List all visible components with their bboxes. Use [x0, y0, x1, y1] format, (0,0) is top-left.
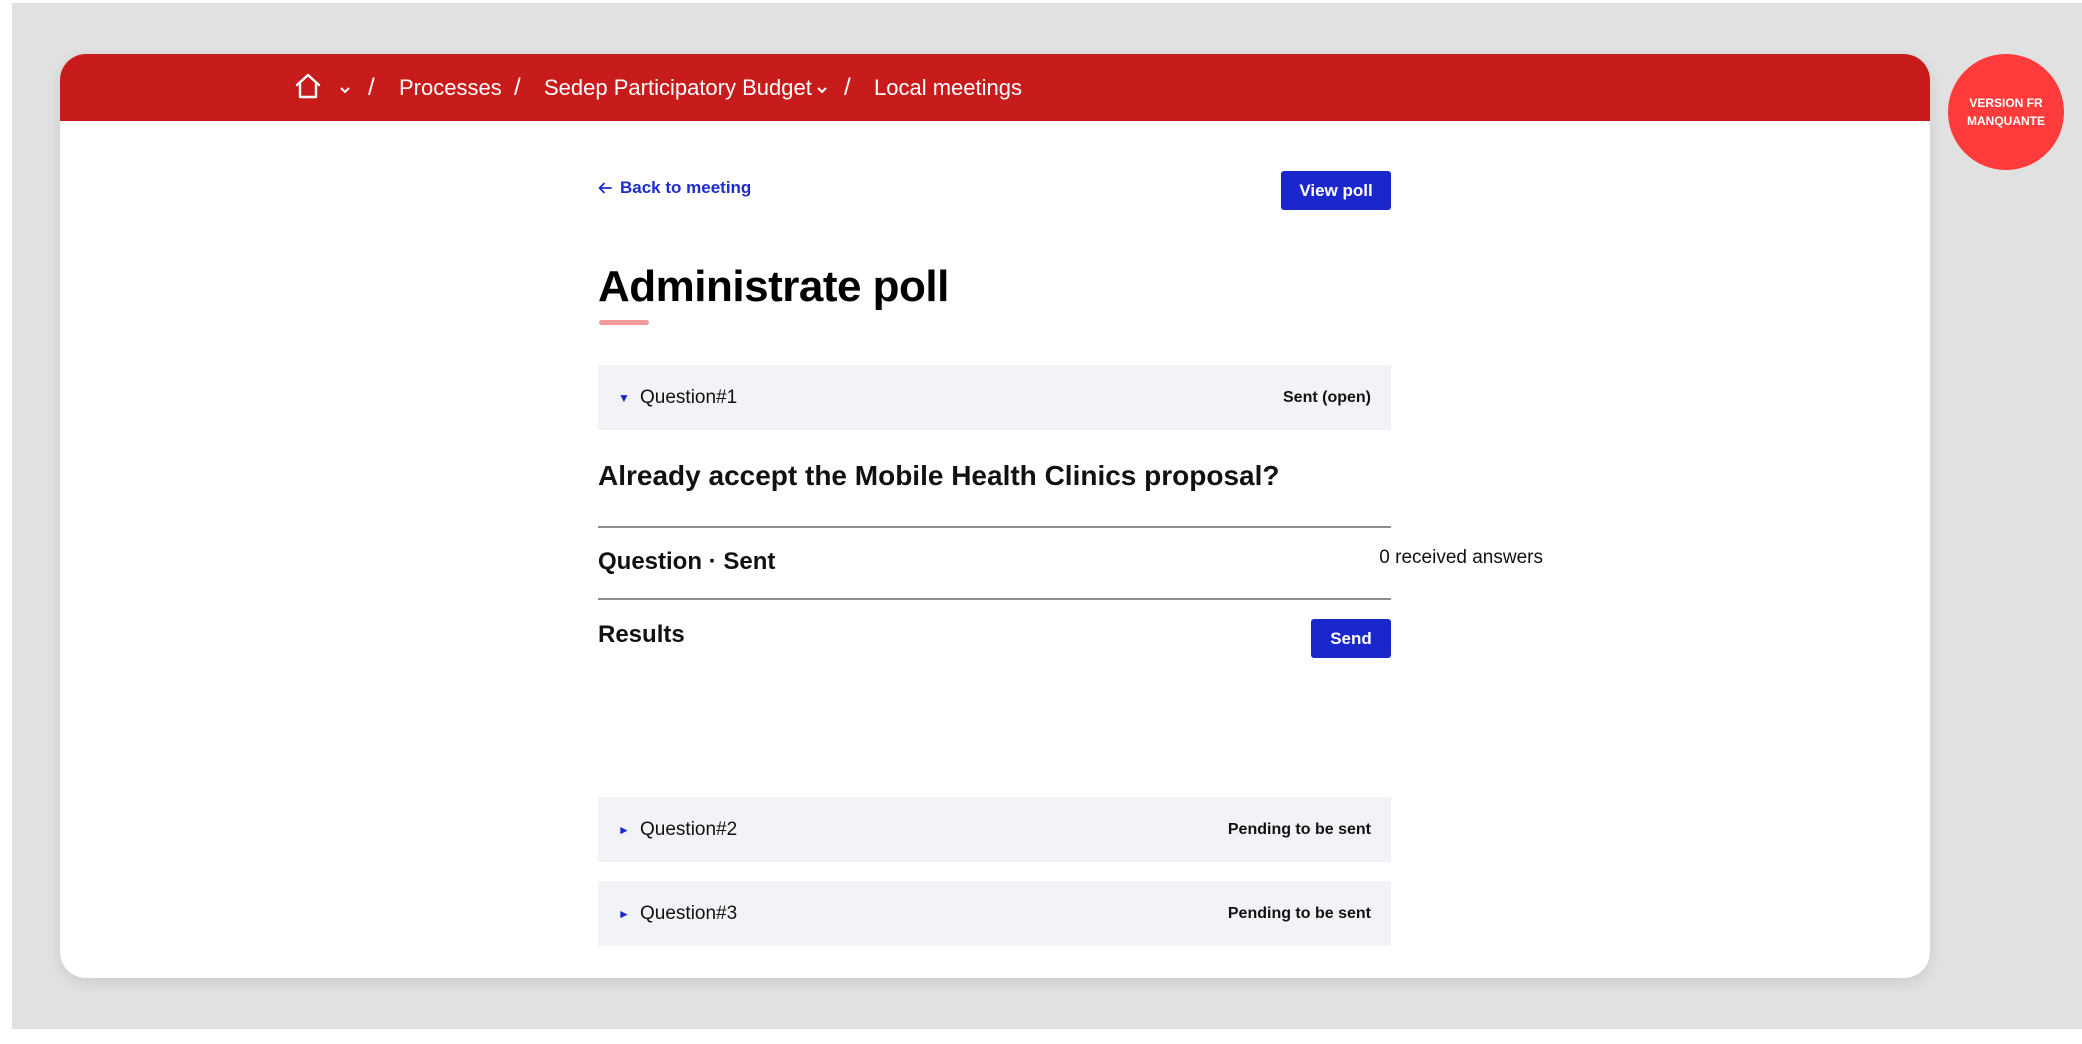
question-2-toggle[interactable]: ► Question#2 Pending to be sent	[598, 797, 1391, 862]
breadcrumb-processes[interactable]: Processes	[399, 54, 502, 121]
triangle-down-icon: ▼	[618, 390, 630, 405]
back-to-meeting-link[interactable]: Back to meeting	[598, 178, 751, 198]
chevron-down-icon[interactable]	[338, 85, 352, 95]
breadcrumb-separator: /	[844, 73, 851, 101]
received-answers-count: 0 received answers	[1379, 547, 1543, 568]
arrow-left-icon	[598, 182, 612, 194]
send-results-button[interactable]: Send	[1311, 619, 1391, 658]
breadcrumb-separator: /	[368, 73, 375, 101]
missing-translation-badge: VERSION FR MANQUANTE	[1948, 54, 2064, 170]
back-link-label: Back to meeting	[620, 178, 752, 197]
question-status: Pending to be sent	[1227, 820, 1371, 838]
home-icon[interactable]	[294, 72, 322, 100]
page-title: Administrate poll	[598, 262, 949, 311]
view-poll-button[interactable]: View poll	[1281, 171, 1391, 210]
results-heading: Results	[598, 621, 685, 648]
triangle-right-icon: ►	[618, 906, 630, 921]
question-1-toggle[interactable]: ▼ Question#1 Sent (open)	[598, 365, 1391, 430]
title-underline	[599, 320, 649, 325]
breadcrumb-separator: /	[514, 73, 521, 101]
triangle-right-icon: ►	[618, 822, 630, 837]
question-label: Question#1	[640, 386, 738, 408]
breadcrumb-current[interactable]: Local meetings	[874, 54, 1022, 121]
question-state-heading: Question · Sent	[598, 548, 776, 575]
breadcrumb-process[interactable]: Sedep Participatory Budget	[544, 54, 812, 121]
chevron-down-icon[interactable]	[815, 85, 829, 95]
question-label: Question#2	[640, 818, 738, 840]
divider	[598, 526, 1391, 528]
divider	[598, 598, 1391, 600]
question-label: Question#3	[640, 902, 738, 924]
question-body: Already accept the Mobile Health Clinics…	[598, 460, 1280, 491]
question-status: Pending to be sent	[1227, 904, 1371, 922]
badge-label: VERSION FR MANQUANTE	[1967, 96, 2045, 128]
header-bar: / Processes / Sedep Participatory Budget…	[60, 54, 1930, 121]
question-3-toggle[interactable]: ► Question#3 Pending to be sent	[598, 881, 1391, 946]
question-status: Sent (open)	[1283, 388, 1371, 406]
